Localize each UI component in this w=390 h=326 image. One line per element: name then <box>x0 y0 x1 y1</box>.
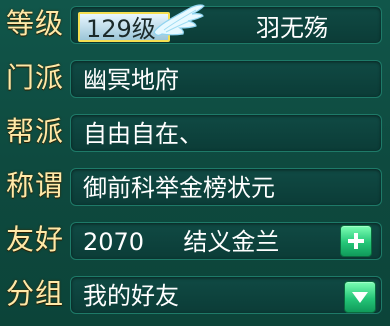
plus-icon <box>348 233 364 249</box>
level-label: 等级 <box>6 7 65 40</box>
relation-value: 结义金兰 <box>183 228 280 256</box>
friendship-value: 2070 <box>83 228 145 256</box>
level-row: 等级 129级 羽无殇 <box>0 2 390 46</box>
sect-label: 门派 <box>6 61 65 94</box>
title-value: 御前科举金榜状元 <box>70 168 382 206</box>
friendship-row: 友好 2070 结义金兰 <box>0 218 390 262</box>
guild-label: 帮派 <box>6 115 65 148</box>
title-label: 称谓 <box>6 169 65 202</box>
add-friendship-button[interactable] <box>340 225 372 257</box>
wing-icon <box>153 4 205 36</box>
sect-value: 幽冥地府 <box>70 60 382 98</box>
player-name: 羽无殇 <box>256 14 328 42</box>
guild-value: 自由自在、 <box>70 114 382 152</box>
guild-row: 帮派 自由自在、 <box>0 110 390 154</box>
player-info-panel: 等级 129级 羽无殇 门派 幽冥地府 帮派 自由自在、 称谓 御前科举金榜状元… <box>0 0 390 326</box>
title-row: 称谓 御前科举金榜状元 <box>0 164 390 208</box>
group-select[interactable]: 我的好友 <box>70 276 382 314</box>
friendship-label: 友好 <box>6 223 65 256</box>
friendship-field: 2070 结义金兰 <box>70 222 382 260</box>
chevron-down-icon <box>352 292 368 303</box>
group-label: 分组 <box>6 277 65 310</box>
sect-row: 门派 幽冥地府 <box>0 56 390 100</box>
group-dropdown-button[interactable] <box>344 281 376 313</box>
group-row: 分组 我的好友 <box>0 272 390 316</box>
